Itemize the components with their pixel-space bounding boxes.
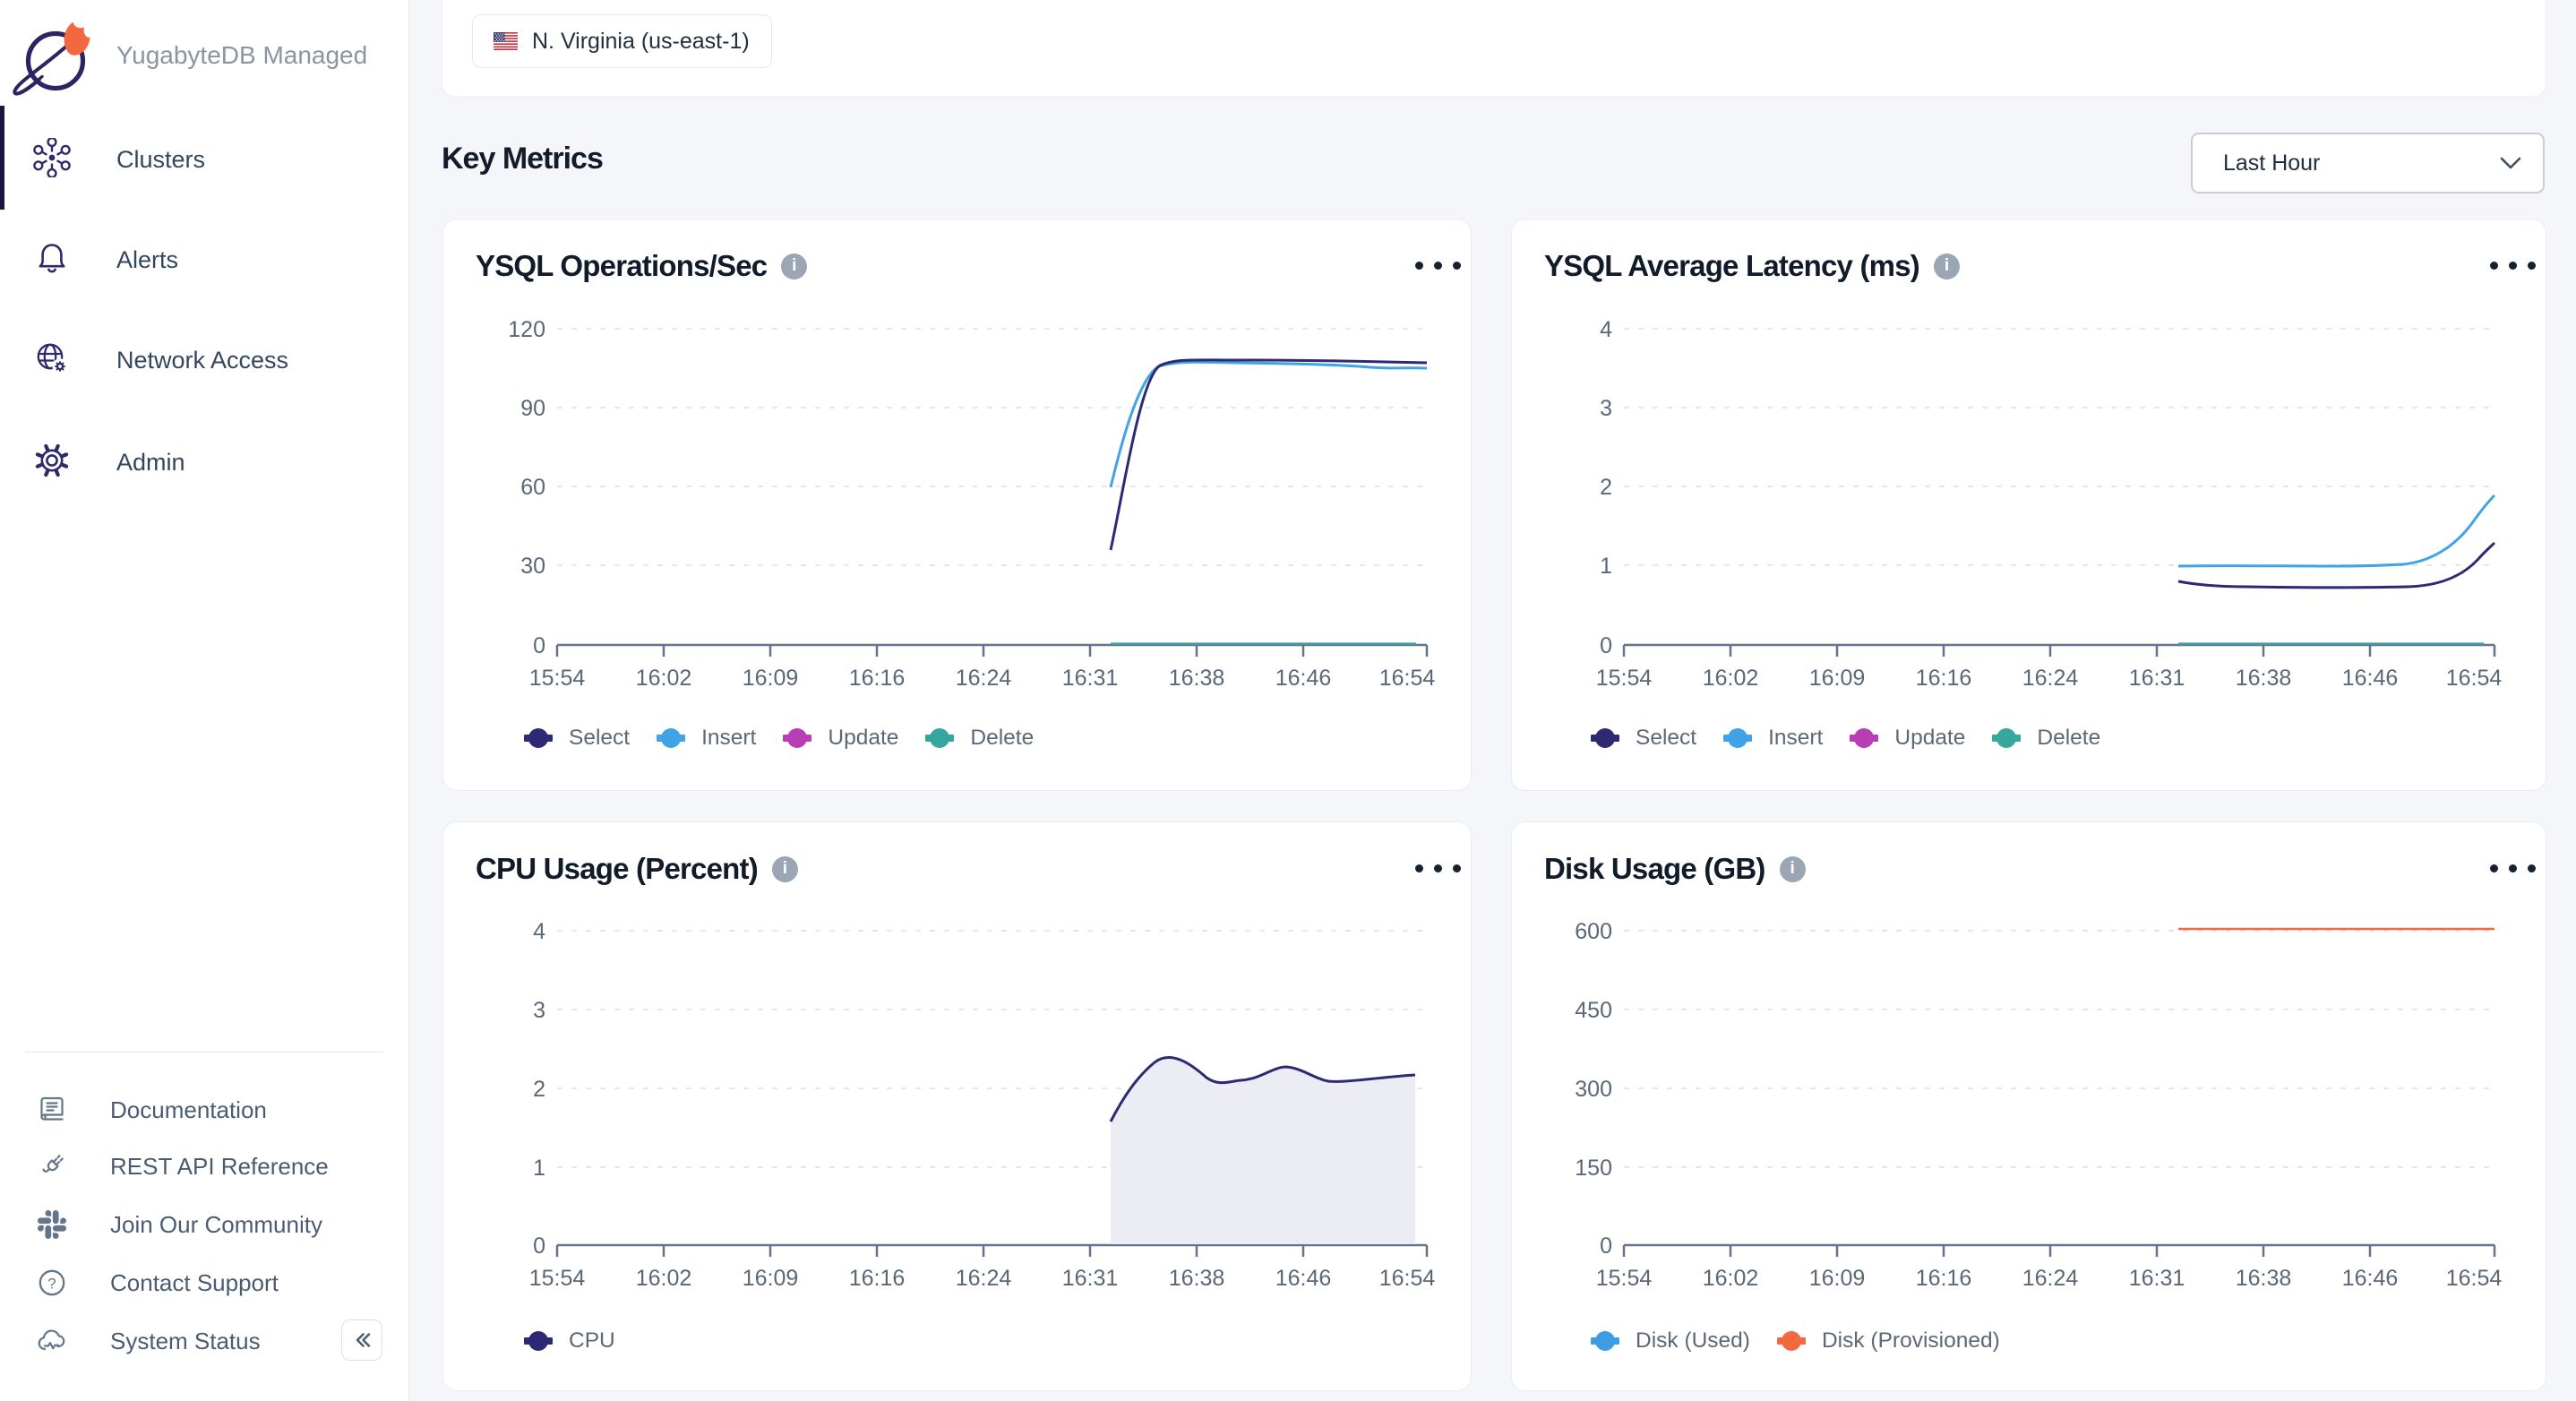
svg-text:16:38: 16:38 [2236,1266,2292,1291]
svg-text:16:46: 16:46 [1275,666,1332,691]
svg-text:16:16: 16:16 [1916,1266,1972,1291]
svg-text:3: 3 [533,998,545,1023]
svg-text:600: 600 [1575,919,1612,944]
svg-text:16:16: 16:16 [849,1266,906,1291]
svg-text:16:46: 16:46 [2342,666,2399,691]
svg-text:16:54: 16:54 [2446,1266,2503,1291]
svg-text:16:02: 16:02 [636,666,692,691]
svg-text:30: 30 [520,554,545,579]
svg-text:0: 0 [1600,1233,1612,1259]
svg-text:?: ? [47,1276,56,1293]
svg-text:16:31: 16:31 [2129,666,2185,691]
svg-text:16:16: 16:16 [849,666,906,691]
svg-text:16:38: 16:38 [1169,666,1225,691]
svg-text:16:54: 16:54 [1379,666,1436,691]
svg-text:16:24: 16:24 [956,666,1012,691]
svg-text:16:54: 16:54 [2446,666,2503,691]
svg-text:60: 60 [520,475,545,500]
svg-text:15:54: 15:54 [1596,666,1653,691]
svg-text:4: 4 [1600,317,1612,342]
svg-text:1: 1 [1600,554,1612,579]
svg-text:16:02: 16:02 [1703,666,1759,691]
svg-text:16:02: 16:02 [636,1266,692,1291]
svg-text:16:24: 16:24 [2022,1266,2079,1291]
svg-text:450: 450 [1575,998,1612,1023]
svg-text:15:54: 15:54 [1596,1266,1653,1291]
svg-text:16:02: 16:02 [1703,1266,1759,1291]
svg-text:16:24: 16:24 [2022,666,2079,691]
svg-text:16:31: 16:31 [2129,1266,2185,1291]
svg-text:16:09: 16:09 [1809,1266,1866,1291]
svg-text:150: 150 [1575,1156,1612,1181]
svg-text:3: 3 [1600,396,1612,421]
svg-text:0: 0 [533,633,545,658]
svg-text:16:09: 16:09 [743,666,799,691]
svg-text:0: 0 [1600,633,1612,658]
svg-text:16:54: 16:54 [1379,1266,1436,1291]
svg-text:16:38: 16:38 [1169,1266,1225,1291]
svg-text:16:16: 16:16 [1916,666,1972,691]
svg-text:16:24: 16:24 [956,1266,1012,1291]
svg-text:16:46: 16:46 [2342,1266,2399,1291]
svg-text:16:09: 16:09 [743,1266,799,1291]
svg-text:4: 4 [533,919,545,944]
svg-text:15:54: 15:54 [529,1266,586,1291]
svg-text:2: 2 [1600,475,1612,500]
svg-text:16:09: 16:09 [1809,666,1866,691]
svg-text:16:46: 16:46 [1275,1266,1332,1291]
svg-text:15:54: 15:54 [529,666,586,691]
svg-text:2: 2 [533,1077,545,1102]
svg-text:300: 300 [1575,1077,1612,1102]
svg-text:1: 1 [533,1156,545,1181]
svg-text:90: 90 [520,396,545,421]
svg-text:0: 0 [533,1233,545,1259]
svg-text:120: 120 [508,317,545,342]
svg-text:16:38: 16:38 [2236,666,2292,691]
svg-text:16:31: 16:31 [1062,666,1119,691]
svg-text:16:31: 16:31 [1062,1266,1119,1291]
